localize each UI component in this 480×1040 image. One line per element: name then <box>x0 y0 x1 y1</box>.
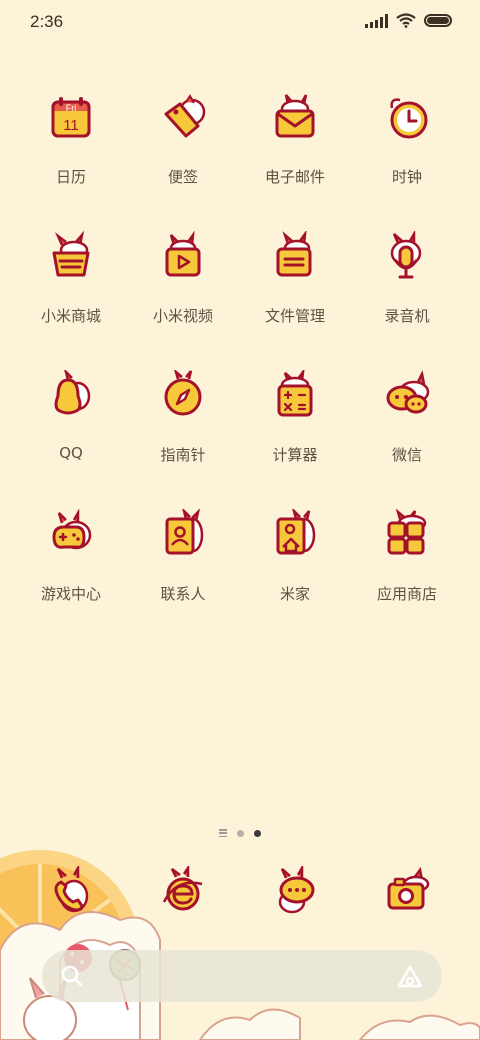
dock-browser[interactable] <box>127 866 239 920</box>
app-calculator[interactable]: 计算器 <box>239 370 351 465</box>
status-bar: 2:36 <box>0 0 480 44</box>
browser-icon <box>156 866 210 920</box>
search-icon <box>61 965 83 987</box>
dock-messages[interactable] <box>239 866 351 920</box>
signal-icon <box>365 13 388 28</box>
camera-icon <box>380 866 434 920</box>
status-time: 2:36 <box>30 12 64 31</box>
status-icons <box>365 13 452 28</box>
app-wechat[interactable]: 微信 <box>351 370 463 465</box>
calendar-icon: Fri 11 <box>44 92 98 146</box>
recorder-icon <box>380 231 434 285</box>
dock-camera[interactable] <box>351 866 463 920</box>
email-icon <box>268 92 322 146</box>
app-calendar[interactable]: Fri 11 日历 <box>15 92 127 187</box>
game-center-icon <box>44 509 98 563</box>
app-label: 电子邮件 <box>264 168 325 186</box>
wifi-icon <box>396 13 416 28</box>
search-bar[interactable] <box>42 950 442 1002</box>
app-label: 时钟 <box>391 168 422 186</box>
app-label: 文件管理 <box>264 307 325 325</box>
assistant-icon[interactable] <box>396 963 424 991</box>
mi-store-icon <box>44 231 98 285</box>
app-label: QQ <box>59 444 83 462</box>
app-store-icon <box>380 509 434 563</box>
app-label: 应用商店 <box>376 585 437 603</box>
app-recorder[interactable]: 录音机 <box>351 231 463 326</box>
notes-tag-icon <box>156 92 210 146</box>
app-label: 指南针 <box>160 446 206 464</box>
app-grid: Fri 11 日历 便签 电子邮件 时钟 小米商城 小米视频 文件管理 录音机 … <box>15 92 465 604</box>
calculator-icon <box>268 370 322 424</box>
app-file-manager[interactable]: 文件管理 <box>239 231 351 326</box>
app-label: 微信 <box>391 446 422 464</box>
app-label: 小米商城 <box>40 307 101 325</box>
calendar-date: 11 <box>63 117 79 134</box>
app-qq[interactable]: QQ <box>15 370 127 465</box>
app-label: 日历 <box>55 168 86 186</box>
page-dot[interactable] <box>237 829 244 837</box>
mijia-icon <box>268 509 322 563</box>
app-app-store[interactable]: 应用商店 <box>351 509 463 604</box>
app-mi-store[interactable]: 小米商城 <box>15 231 127 326</box>
dock-phone[interactable] <box>15 866 127 920</box>
calendar-day: Fri <box>66 103 77 113</box>
app-label: 录音机 <box>384 307 430 325</box>
app-game-center[interactable]: 游戏中心 <box>15 509 127 604</box>
app-mijia[interactable]: 米家 <box>239 509 351 604</box>
page-indicator-list-icon[interactable] <box>219 829 227 837</box>
clock-icon <box>380 92 434 146</box>
app-clock[interactable]: 时钟 <box>351 92 463 187</box>
contacts-icon <box>156 509 210 563</box>
app-mi-video[interactable]: 小米视频 <box>127 231 239 326</box>
dock <box>15 866 465 920</box>
app-label: 计算器 <box>272 446 318 464</box>
app-email[interactable]: 电子邮件 <box>239 92 351 187</box>
app-label: 游戏中心 <box>40 585 101 603</box>
app-label: 联系人 <box>160 585 206 603</box>
wechat-icon <box>380 370 434 424</box>
app-compass[interactable]: 指南针 <box>127 370 239 465</box>
messages-icon <box>268 866 322 920</box>
app-label: 小米视频 <box>152 307 213 325</box>
qq-icon <box>44 370 98 424</box>
file-manager-icon <box>268 231 322 285</box>
app-notes[interactable]: 便签 <box>127 92 239 187</box>
compass-icon <box>156 370 210 424</box>
page-dot-active[interactable] <box>254 829 261 837</box>
app-contacts[interactable]: 联系人 <box>127 509 239 604</box>
app-label: 米家 <box>279 585 310 603</box>
battery-icon <box>424 14 452 27</box>
app-label: 便签 <box>167 168 198 186</box>
phone-icon <box>44 866 98 920</box>
page-indicator[interactable] <box>0 829 480 837</box>
mi-video-icon <box>156 231 210 285</box>
